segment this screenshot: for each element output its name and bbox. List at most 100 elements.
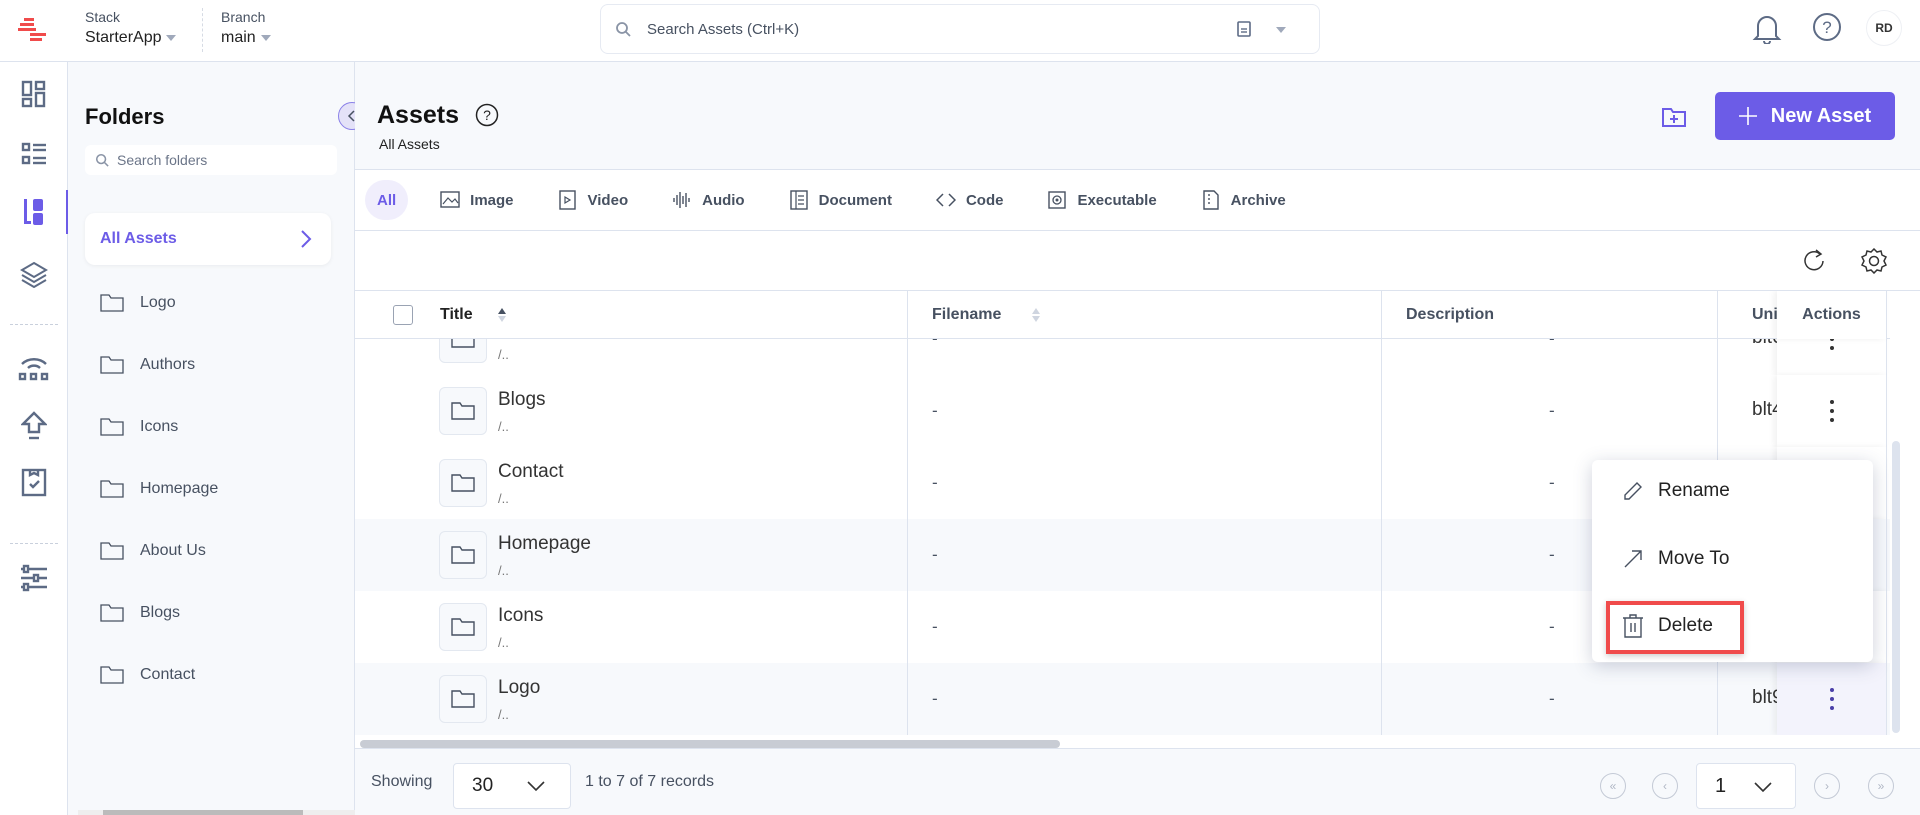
page-select[interactable]: 1 <box>1696 763 1796 809</box>
stack-layers-icon[interactable] <box>18 258 50 290</box>
double-chevron-right-icon: » <box>1877 779 1885 793</box>
publish-icon[interactable] <box>18 410 50 442</box>
asset-title[interactable]: Logo <box>498 677 540 699</box>
table-horizontal-scrollbar[interactable] <box>360 740 1060 748</box>
breadcrumb[interactable]: All Assets <box>379 136 440 152</box>
new-asset-button[interactable]: New Asset <box>1715 92 1895 140</box>
column-divider <box>1717 375 1718 447</box>
dashboard-icon[interactable] <box>18 78 50 110</box>
uid-cell: blt9 <box>1752 687 1777 708</box>
tab-video[interactable]: Video <box>546 180 641 220</box>
settings-gear-icon[interactable] <box>1861 248 1887 274</box>
folder-item[interactable]: Blogs <box>100 604 180 622</box>
branch-selector[interactable]: Branch main <box>221 9 271 47</box>
page-size-select[interactable]: 30 <box>453 763 571 809</box>
search-assets-input[interactable]: Search Assets (Ctrl+K) <box>600 4 1320 54</box>
asset-title[interactable]: Contact <box>498 461 563 483</box>
asset-type-tabs: All Image Video Audio Document Code Executable… <box>355 170 1920 231</box>
column-divider <box>1717 663 1718 735</box>
menu-item-move-to[interactable]: Move To <box>1622 548 1729 570</box>
asset-title[interactable]: Blogs <box>498 389 546 411</box>
tab-code[interactable]: Code <box>924 180 1016 220</box>
more-vertical-icon[interactable] <box>1829 339 1835 351</box>
help-icon[interactable]: ? <box>1812 12 1842 42</box>
sort-icon[interactable] <box>1031 307 1041 323</box>
refresh-icon[interactable] <box>1802 248 1826 274</box>
sort-ascending-icon[interactable] <box>497 307 507 323</box>
tab-all[interactable]: All <box>365 180 409 220</box>
content-entries-icon[interactable] <box>18 138 50 170</box>
plus-icon <box>1738 107 1757 125</box>
tab-archive[interactable]: Archive <box>1189 180 1298 220</box>
previous-page-button[interactable]: ‹ <box>1652 773 1678 799</box>
settings-sliders-icon[interactable] <box>18 562 50 594</box>
folder-item[interactable]: Contact <box>100 666 195 684</box>
webhooks-icon[interactable] <box>18 352 50 384</box>
folder-all-assets[interactable]: All Assets <box>85 213 331 265</box>
folder-icon <box>451 402 475 420</box>
tab-document[interactable]: Document <box>777 180 904 220</box>
last-page-button[interactable]: » <box>1868 773 1894 799</box>
search-options-caret-icon[interactable] <box>1276 27 1286 33</box>
divider <box>202 8 203 52</box>
column-divider <box>1381 591 1382 663</box>
table-row[interactable]: Blogs /.. - - blt4c <box>355 375 1890 447</box>
column-divider <box>907 447 908 519</box>
archive-icon <box>1202 190 1219 210</box>
notifications-bell-icon[interactable] <box>1752 12 1782 44</box>
tasks-icon[interactable] <box>18 466 50 498</box>
column-header-filename[interactable]: Filename <box>932 291 1041 339</box>
table-row[interactable]: Logo /.. - - blt9 <box>355 663 1890 735</box>
new-folder-icon[interactable] <box>1661 106 1687 128</box>
folder-item[interactable]: Homepage <box>100 480 218 498</box>
column-header-actions: Actions <box>1777 291 1887 339</box>
tab-audio[interactable]: Audio <box>660 180 757 220</box>
stack-selector[interactable]: Stack StarterApp <box>85 9 177 47</box>
column-header-description[interactable]: Description <box>1406 291 1494 339</box>
folder-item[interactable]: About Us <box>100 542 206 560</box>
asset-title[interactable]: Homepage <box>498 533 591 555</box>
search-folders-input[interactable]: Search folders <box>85 145 337 175</box>
asset-title[interactable]: Icons <box>498 605 543 627</box>
more-vertical-icon[interactable] <box>1829 687 1835 711</box>
avatar[interactable]: RD <box>1866 10 1902 46</box>
chevron-right-icon: › <box>1825 779 1829 793</box>
logo-icon[interactable] <box>18 18 48 44</box>
tab-image[interactable]: Image <box>428 180 525 220</box>
menu-item-rename[interactable]: Rename <box>1622 480 1730 502</box>
top-bar: Stack StarterApp Branch main Search Asse… <box>0 0 1920 62</box>
folder-icon <box>451 690 475 708</box>
table-row[interactable]: /.. - - blt6 <box>355 339 1890 375</box>
folder-item[interactable]: Icons <box>100 418 178 436</box>
filename-cell: - <box>932 401 938 420</box>
search-icon <box>95 153 109 167</box>
next-page-button[interactable]: › <box>1814 773 1840 799</box>
page-title: Assets <box>377 101 459 129</box>
first-page-button[interactable]: « <box>1600 773 1626 799</box>
description-cell: - <box>1549 689 1555 708</box>
filename-cell: - <box>932 689 938 708</box>
help-icon[interactable]: ? <box>475 103 499 127</box>
main-content: Assets ? All Assets New Asset All Image Vi… <box>355 62 1920 815</box>
column-header-uid[interactable]: Uniq <box>1752 291 1777 339</box>
tab-executable[interactable]: Executable <box>1035 180 1168 220</box>
arrow-up-right-icon <box>1624 550 1642 568</box>
column-header-title[interactable]: Title <box>440 291 507 339</box>
folder-item[interactable]: Authors <box>100 356 195 374</box>
column-divider <box>1381 519 1382 591</box>
more-vertical-icon[interactable] <box>1829 399 1835 423</box>
audio-icon <box>673 192 690 208</box>
folder-icon <box>100 294 124 312</box>
vertical-scrollbar[interactable] <box>1892 441 1900 733</box>
select-all-checkbox[interactable] <box>393 305 413 325</box>
tab-label: All <box>377 191 397 209</box>
folder-icon <box>100 542 124 560</box>
saved-search-icon[interactable] <box>1237 21 1251 37</box>
horizontal-scrollbar[interactable] <box>78 810 355 815</box>
folder-label: Logo <box>140 294 176 311</box>
column-divider <box>1717 291 1718 339</box>
folder-item[interactable]: Logo <box>100 294 176 312</box>
folder-icon <box>451 474 475 492</box>
divider <box>10 324 58 325</box>
assets-icon[interactable] <box>18 196 50 228</box>
